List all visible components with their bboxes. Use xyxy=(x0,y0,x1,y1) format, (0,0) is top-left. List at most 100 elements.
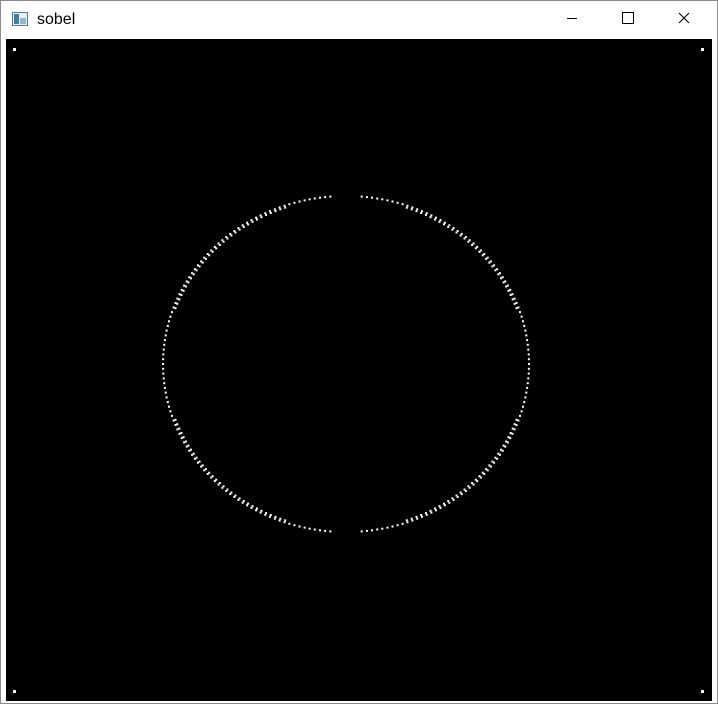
edge-point xyxy=(478,250,481,253)
edge-point xyxy=(527,348,530,351)
edge-point xyxy=(174,418,177,421)
edge-point xyxy=(386,526,389,529)
edge-point xyxy=(201,464,204,467)
edge-point xyxy=(192,273,195,276)
edge-point xyxy=(488,261,491,264)
edge-point xyxy=(485,257,488,260)
edge-point xyxy=(215,478,218,481)
edge-point xyxy=(522,405,524,408)
minimize-icon xyxy=(566,11,578,29)
edge-point xyxy=(410,517,413,520)
sobel-image-canvas xyxy=(6,39,712,701)
edge-point xyxy=(174,302,177,304)
edge-point xyxy=(288,203,291,206)
edge-point xyxy=(424,512,427,514)
edge-point xyxy=(313,197,316,200)
edge-point xyxy=(455,494,458,497)
edge-point xyxy=(182,289,185,292)
edge-point xyxy=(180,432,183,434)
edge-point xyxy=(163,386,166,389)
edge-point xyxy=(513,423,516,426)
edge-point xyxy=(164,391,167,394)
edge-point xyxy=(283,204,286,207)
edge-point xyxy=(471,482,474,484)
edge-point xyxy=(520,410,523,413)
edge-point xyxy=(478,475,481,478)
edge-point xyxy=(278,519,281,522)
edge-point xyxy=(169,315,172,318)
edge-point xyxy=(198,460,201,463)
edge-point xyxy=(190,277,192,280)
edge-point xyxy=(187,281,190,284)
edge-point xyxy=(238,497,241,500)
close-button[interactable] xyxy=(661,1,707,39)
edge-point xyxy=(256,218,258,221)
edge-point xyxy=(182,436,185,439)
edge-point xyxy=(434,507,436,510)
edge-point xyxy=(162,348,165,351)
edge-point xyxy=(502,281,505,284)
edge-point xyxy=(485,468,488,471)
edge-point xyxy=(293,201,296,204)
edge-point xyxy=(523,401,526,404)
edge-point xyxy=(162,358,165,361)
edge-point xyxy=(451,497,454,500)
edge-point xyxy=(517,306,520,309)
edge-point xyxy=(172,419,175,422)
edge-point xyxy=(371,529,373,532)
edge-point xyxy=(371,196,373,199)
edge-point xyxy=(527,367,530,370)
edge-point xyxy=(171,311,173,314)
edge-point xyxy=(494,269,497,272)
edge-point xyxy=(260,216,263,219)
edge-point xyxy=(376,197,379,200)
edge-point xyxy=(491,460,494,463)
edge-point xyxy=(176,297,179,300)
edge-point xyxy=(201,261,204,264)
edge-point xyxy=(391,525,394,528)
edge-point xyxy=(406,204,409,207)
corner-point xyxy=(13,48,16,51)
edge-point xyxy=(172,306,175,309)
edge-point xyxy=(163,339,166,342)
edge-point xyxy=(196,264,199,267)
edge-point xyxy=(524,396,527,399)
edge-point xyxy=(520,315,523,318)
edge-point xyxy=(416,208,419,211)
edge-point xyxy=(526,386,529,389)
edge-point xyxy=(415,515,418,518)
edge-point xyxy=(176,428,179,431)
edge-point xyxy=(222,485,225,488)
edge-point xyxy=(429,509,432,512)
edge-point xyxy=(255,509,257,512)
edge-point xyxy=(459,234,462,237)
edge-point xyxy=(184,285,187,288)
edge-point xyxy=(365,529,368,532)
edge-point xyxy=(204,468,207,471)
edge-point xyxy=(313,528,316,531)
edge-point xyxy=(360,195,363,198)
title-bar[interactable]: sobel xyxy=(1,1,717,39)
edge-point xyxy=(505,285,508,288)
edge-point xyxy=(488,464,491,467)
edge-point xyxy=(511,427,514,430)
edge-point xyxy=(166,324,169,327)
edge-point xyxy=(196,461,199,464)
edge-point xyxy=(251,220,254,223)
edge-point xyxy=(178,432,181,435)
edge-point xyxy=(459,491,462,494)
edge-point xyxy=(391,200,394,203)
edge-point xyxy=(425,513,428,516)
edge-point xyxy=(527,353,530,356)
edge-point xyxy=(424,214,427,216)
edge-point xyxy=(171,414,173,417)
minimize-button[interactable] xyxy=(549,1,595,39)
edge-point xyxy=(405,519,408,522)
edge-point xyxy=(527,377,530,380)
edge-point xyxy=(435,509,437,512)
edge-point xyxy=(455,231,458,234)
edge-point xyxy=(513,297,516,300)
close-icon xyxy=(678,11,690,29)
edge-point xyxy=(497,452,500,455)
maximize-button[interactable] xyxy=(605,1,651,39)
